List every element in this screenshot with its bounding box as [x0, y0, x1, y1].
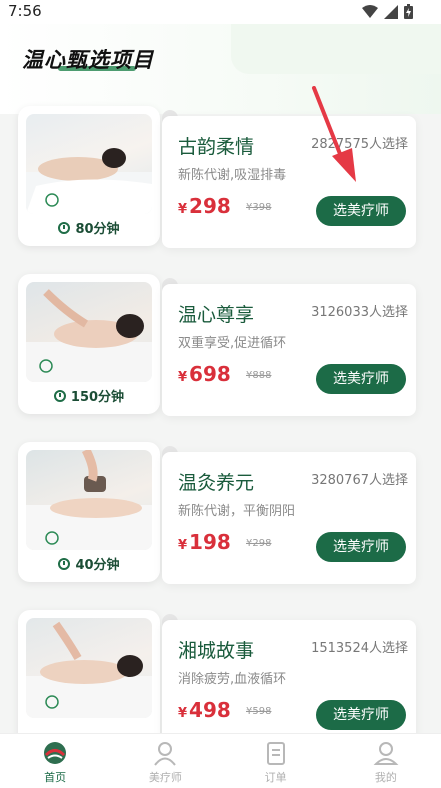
- service-photo-frame: 40分钟: [18, 442, 160, 582]
- service-card[interactable]: 40分钟 温灸养元 3280767人选择 新陈代谢，平衡阴阳 ¥ 198 ¥29…: [18, 442, 416, 590]
- service-photo-frame: 150分钟: [18, 274, 160, 414]
- profile-icon: [373, 742, 399, 765]
- service-info: 温心尊享 3126033人选择 双重享受,促进循环 ¥ 698 ¥888 选美疗…: [162, 284, 416, 416]
- nav-label: 我的: [374, 771, 397, 784]
- duration-text: 150分钟: [70, 390, 125, 405]
- price-value: 698: [189, 362, 231, 386]
- service-count: 3280767人选择: [311, 473, 408, 488]
- status-bar: 7:56: [0, 0, 441, 24]
- battery-icon: [404, 4, 413, 19]
- bottom-nav: 首页 美疗师 订单 我的: [0, 733, 441, 788]
- nav-home[interactable]: 首页: [0, 734, 110, 788]
- service-photo: [26, 450, 152, 550]
- service-photo-frame: 80分钟: [18, 106, 160, 246]
- price-value: 298: [189, 194, 231, 218]
- duration-text: 80分钟: [75, 222, 120, 237]
- clock-icon: [53, 389, 66, 402]
- status-time: 7:56: [8, 2, 42, 20]
- original-price: ¥398: [246, 202, 272, 213]
- nav-label: 美疗师: [148, 771, 182, 784]
- service-name: 温心尊享: [178, 304, 255, 326]
- service-photo: [26, 282, 152, 382]
- select-therapist-button[interactable]: 选美疗师: [316, 196, 406, 226]
- select-therapist-button[interactable]: 选美疗师: [316, 700, 406, 730]
- status-icons: [362, 4, 413, 19]
- service-info: 温灸养元 3280767人选择 新陈代谢，平衡阴阳 ¥ 198 ¥298 选美疗…: [162, 452, 416, 584]
- service-name: 温灸养元: [178, 472, 255, 494]
- original-price: ¥888: [246, 370, 272, 381]
- annotation-arrow: [312, 86, 356, 182]
- service-desc: 新陈代谢，平衡阴阳: [178, 504, 296, 519]
- price-value: 498: [189, 698, 231, 722]
- select-therapist-button[interactable]: 选美疗师: [316, 532, 406, 562]
- wifi-icon: [362, 4, 378, 18]
- service-photo-frame: [18, 610, 160, 750]
- service-price: ¥ 698: [178, 362, 231, 386]
- price-value: 198: [189, 530, 231, 554]
- service-desc: 新陈代谢,吸湿排毒: [178, 168, 287, 183]
- therapist-icon: [154, 742, 177, 766]
- service-photo: [26, 618, 152, 718]
- service-name: 古韵柔情: [178, 136, 255, 158]
- duration-label: 150分钟: [18, 386, 160, 405]
- nav-order[interactable]: 订单: [221, 734, 331, 788]
- service-name: 湘城故事: [178, 640, 255, 662]
- currency-symbol: ¥: [178, 370, 188, 385]
- service-photo: [26, 114, 152, 214]
- currency-symbol: ¥: [178, 202, 188, 217]
- currency-symbol: ¥: [178, 706, 188, 721]
- select-therapist-button[interactable]: 选美疗师: [316, 364, 406, 394]
- order-icon: [266, 742, 285, 765]
- service-price: ¥ 298: [178, 194, 231, 218]
- nav-label: 订单: [264, 771, 287, 784]
- home-icon: [44, 742, 67, 764]
- header-decoration: [231, 24, 441, 74]
- service-info: 古韵柔情 2827575人选择 新陈代谢,吸湿排毒 ¥ 298 ¥398 选美疗…: [162, 116, 416, 248]
- clock-icon: [58, 221, 71, 234]
- service-count: 1513524人选择: [311, 641, 408, 656]
- original-price: ¥598: [246, 706, 272, 717]
- page-title: 温心甄选项目: [22, 48, 154, 72]
- duration-label: 40分钟: [18, 554, 160, 573]
- currency-symbol: ¥: [178, 538, 188, 553]
- service-count: 3126033人选择: [311, 305, 408, 320]
- duration-label: 80分钟: [18, 218, 160, 237]
- original-price: ¥298: [246, 538, 272, 549]
- service-desc: 消除疲劳,血液循环: [178, 672, 287, 687]
- service-desc: 双重享受,促进循环: [178, 336, 287, 351]
- service-price: ¥ 498: [178, 698, 231, 722]
- service-card[interactable]: 150分钟 温心尊享 3126033人选择 双重享受,促进循环 ¥ 698 ¥8…: [18, 274, 416, 422]
- nav-therapist[interactable]: 美疗师: [110, 734, 220, 788]
- duration-text: 40分钟: [75, 558, 120, 573]
- service-price: ¥ 198: [178, 530, 231, 554]
- clock-icon: [58, 557, 71, 570]
- nav-label: 首页: [44, 771, 67, 784]
- nav-profile[interactable]: 我的: [331, 734, 441, 788]
- signal-icon: [384, 4, 398, 19]
